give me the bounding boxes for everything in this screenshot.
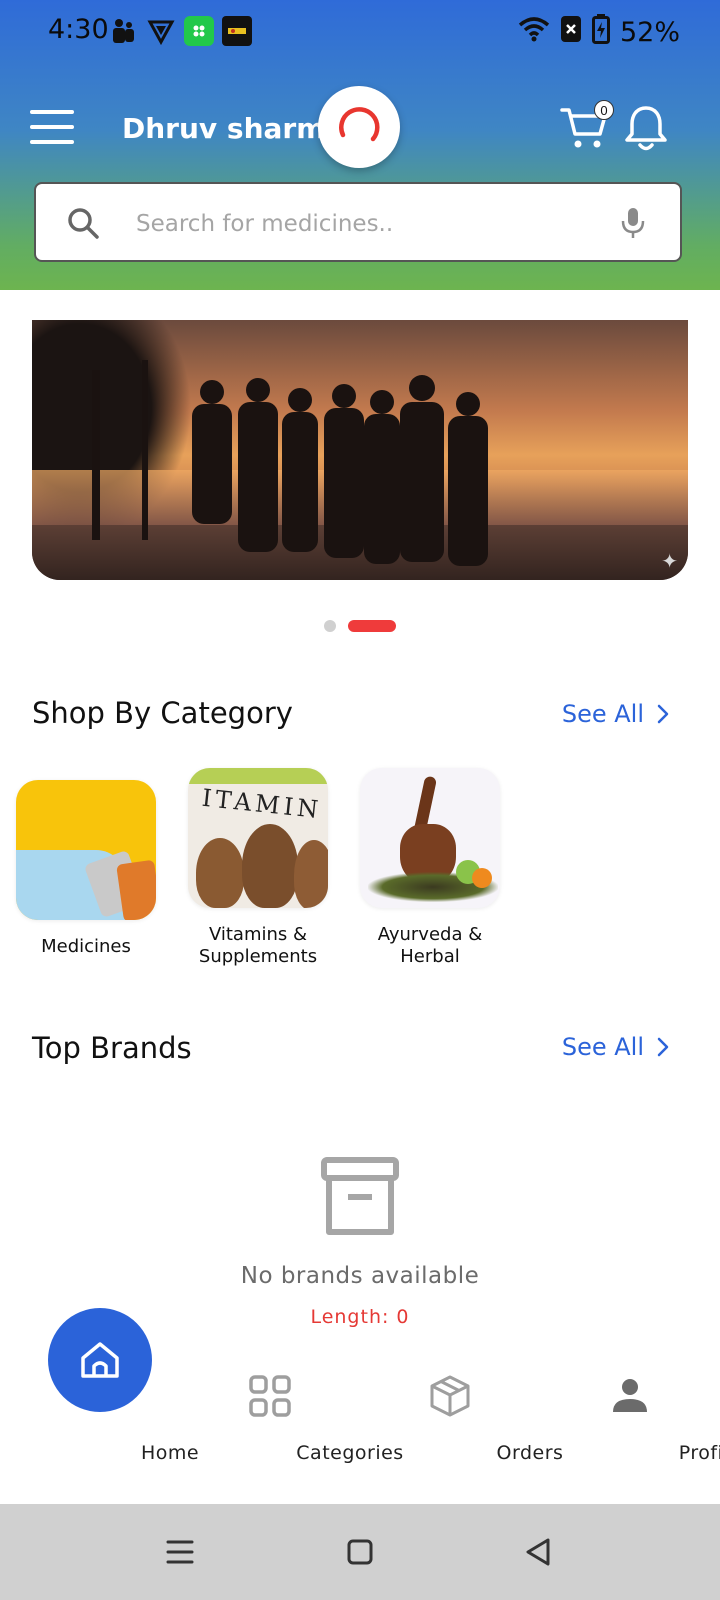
system-back-button[interactable]	[518, 1532, 558, 1572]
battery-percent: 52%	[619, 17, 680, 48]
see-all-label: See All	[561, 1033, 644, 1061]
nav-label: Profile	[678, 1442, 720, 1464]
menu-line	[30, 125, 74, 129]
empty-brands-message: No brands available	[240, 1263, 480, 1289]
status-time: 4:30	[48, 14, 109, 45]
categories-see-all-link[interactable]: See All	[562, 700, 670, 728]
category-list: Medicines ITAMIN Vitamins & Supplements …	[16, 768, 720, 978]
top-brands-title: Top Brands	[32, 1031, 192, 1065]
status-bar: 4:30 52%	[0, 0, 720, 64]
brands-see-all-link[interactable]: See All	[562, 1033, 670, 1061]
recents-icon	[166, 1540, 194, 1564]
search-bar[interactable]	[34, 182, 682, 262]
search-icon	[66, 206, 100, 245]
notification-icons	[108, 16, 252, 46]
chevron-right-icon	[657, 704, 669, 724]
no-sim-icon	[560, 15, 582, 50]
nav-label: Categories	[296, 1442, 404, 1464]
top-bar: Dhruv sharma 0	[0, 84, 720, 176]
cart-count-badge: 0	[594, 100, 614, 120]
system-home-button[interactable]	[340, 1532, 380, 1572]
app-header: 4:30 52% Dhruv sharma 0 Search for medic…	[0, 0, 720, 290]
spinner-icon	[339, 107, 380, 142]
app-notification-icon	[184, 16, 214, 46]
home-button[interactable]	[48, 1308, 152, 1412]
battery-icon	[591, 14, 610, 51]
menu-line	[30, 110, 74, 114]
category-label: Vitamins & Supplements	[198, 924, 318, 967]
recent-apps-button[interactable]	[160, 1532, 200, 1572]
category-vitamins-supplements[interactable]: ITAMIN Vitamins & Supplements	[188, 768, 328, 968]
carousel-dot-active[interactable]	[348, 620, 396, 632]
carousel-indicator	[0, 620, 720, 634]
vitamin-letters: ITAMIN	[200, 783, 324, 825]
vitamins-image: ITAMIN	[188, 768, 328, 908]
grid-icon	[248, 1374, 292, 1423]
microphone-icon[interactable]	[620, 206, 646, 245]
nav-label: Home	[140, 1442, 200, 1464]
home-icon	[81, 1342, 119, 1378]
hamburger-menu-button[interactable]	[30, 110, 74, 144]
promo-banner-image[interactable]: ✦	[32, 320, 688, 580]
vpn-shield-icon	[146, 16, 176, 46]
search-input[interactable]	[136, 204, 616, 244]
status-right: 52%	[518, 14, 680, 51]
ayurveda-image	[360, 768, 500, 908]
carousel-dot[interactable]	[324, 620, 336, 632]
shop-by-category-title: Shop By Category	[32, 696, 293, 730]
square-icon	[347, 1539, 373, 1565]
category-ayurveda-herbal[interactable]: Ayurveda & Herbal	[360, 768, 500, 968]
back-triangle-icon	[526, 1538, 550, 1566]
menu-line	[30, 140, 74, 144]
system-navigation-bar	[0, 1504, 720, 1600]
sparkle-icon: ✦	[661, 551, 678, 573]
chevron-right-icon	[657, 1037, 669, 1057]
nav-label: Orders	[496, 1442, 564, 1464]
people-icon	[108, 16, 138, 46]
notifications-button[interactable]	[622, 102, 670, 156]
cart-button[interactable]: 0	[560, 100, 614, 152]
medicines-image	[16, 780, 156, 920]
category-medicines[interactable]: Medicines	[16, 768, 156, 958]
category-label: Medicines	[41, 936, 131, 957]
person-icon	[608, 1374, 652, 1423]
loading-spinner	[318, 86, 400, 168]
wifi-icon	[518, 16, 550, 49]
group-silhouette	[92, 360, 488, 566]
archive-box-icon	[320, 1156, 400, 1243]
game-notification-icon	[222, 16, 252, 46]
bottom-navigation: Home Categories Orders Prof	[0, 1300, 720, 1500]
category-label: Ayurveda & Herbal	[377, 924, 483, 967]
bell-icon	[625, 106, 667, 151]
user-name: Dhruv sharma	[122, 112, 345, 145]
see-all-label: See All	[561, 700, 644, 728]
package-icon	[428, 1374, 472, 1423]
